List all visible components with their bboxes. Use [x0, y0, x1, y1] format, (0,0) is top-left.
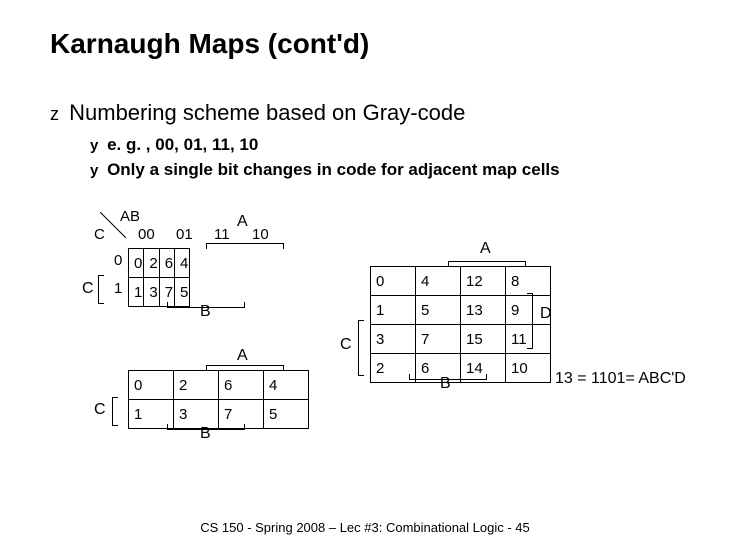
kmap1-col-11: 11: [214, 226, 230, 243]
kmap2-cell: 2: [174, 371, 219, 400]
kmap-4var: 0 4 12 8 1 5 13 9 3 7 15 11 2 6 14 10: [370, 266, 551, 383]
kmap-bottom-left: 0 2 6 4 1 3 7 5: [128, 370, 309, 429]
kmap2-cell: 0: [129, 371, 174, 400]
kmap2-cell: 4: [264, 371, 309, 400]
kmap1-cell: 1: [129, 278, 144, 307]
kmap4-cell: 12: [461, 267, 506, 296]
kmap2-var-c: C: [94, 401, 106, 419]
kmap1-col-00: 00: [138, 226, 155, 243]
slide-title: Karnaugh Maps (cont'd): [50, 28, 369, 60]
kmap4-cell: 13: [461, 296, 506, 325]
bullet-sub-1-text: e. g. , 00, 01, 11, 10: [107, 135, 258, 154]
kmap4-cell: 3: [371, 325, 416, 354]
kmap1-col-10: 10: [252, 226, 269, 243]
bullet-glyph-y: y: [90, 137, 98, 154]
bullet-sub-2: y Only a single bit changes in code for …: [90, 160, 560, 180]
kmap4-cell: 15: [461, 325, 506, 354]
kmap2-bracket-b: [167, 424, 245, 430]
kmap1-var-a: A: [237, 213, 248, 231]
kmap1-cell: 4: [175, 249, 190, 278]
kmap4-var-a: A: [480, 240, 491, 258]
kmap2-cell: 5: [264, 400, 309, 429]
kmap4-cell: 0: [371, 267, 416, 296]
kmap4-bracket-d: [527, 293, 533, 349]
kmap1-bracket-b: [167, 302, 245, 308]
kmap1-ab-label: AB: [120, 208, 140, 225]
kmap1-cell: 0: [129, 249, 144, 278]
kmap4-cell: 5: [416, 296, 461, 325]
annotation-13: 13 = 1101= ABC'D: [555, 370, 686, 388]
kmap2-bracket-a: [206, 365, 284, 371]
kmap1-cell: 6: [159, 249, 174, 278]
kmap4-cell: 7: [416, 325, 461, 354]
bullet-sub-1: y e. g. , 00, 01, 11, 10: [90, 135, 258, 155]
kmap1-bracket-a: [206, 243, 284, 249]
kmap1-cell: 2: [144, 249, 159, 278]
kmap2-bracket-c: [112, 397, 118, 426]
kmap4-var-d: D: [540, 305, 552, 323]
kmap4-cell: 1: [371, 296, 416, 325]
kmap1-var-c: C: [82, 280, 94, 298]
kmap2-cell: 6: [219, 371, 264, 400]
kmap1-row-0: 0: [114, 252, 122, 269]
kmap4-bracket-a: [448, 261, 526, 267]
bullet-main-text: Numbering scheme based on Gray-code: [69, 100, 465, 125]
bullet-main: z Numbering scheme based on Gray-code: [50, 100, 465, 126]
kmap1-bracket-c: [98, 275, 104, 304]
kmap4-cell: 10: [506, 354, 551, 383]
kmap1-row-1: 1: [114, 280, 122, 297]
kmap4-bracket-b: [409, 374, 487, 380]
kmap1-col-01: 01: [176, 226, 193, 243]
kmap4-bracket-c: [358, 320, 364, 376]
kmap4-cell: 8: [506, 267, 551, 296]
kmap1-cell: 3: [144, 278, 159, 307]
bullet-glyph-y: y: [90, 162, 98, 179]
bullet-glyph-z: z: [50, 104, 59, 124]
kmap4-var-c: C: [340, 336, 352, 354]
bullet-sub-2-text: Only a single bit changes in code for ad…: [107, 160, 560, 179]
kmap1-c-label: C: [94, 226, 105, 243]
kmap4-cell: 4: [416, 267, 461, 296]
kmap2-var-a: A: [237, 347, 248, 365]
slide-footer: CS 150 - Spring 2008 – Lec #3: Combinati…: [0, 520, 730, 535]
